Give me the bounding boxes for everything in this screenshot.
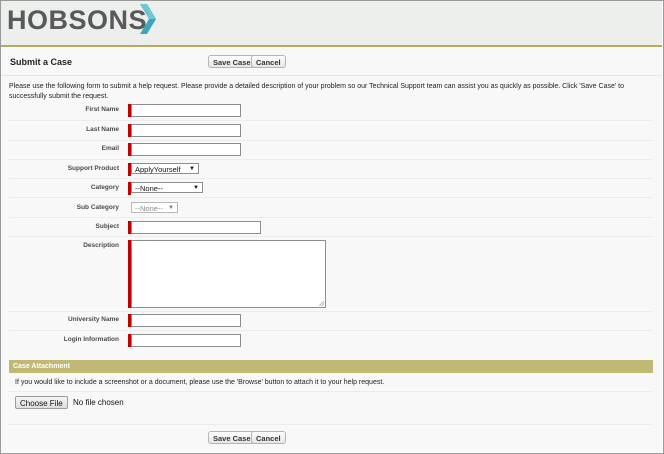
support-product-select[interactable]: ApplyYourself ▼ <box>131 163 199 174</box>
category-select[interactable]: --None-- ▼ <box>131 182 203 193</box>
resize-handle-icon[interactable] <box>319 301 324 306</box>
row-divider <box>9 330 653 331</box>
triangle-down-icon: ▼ <box>168 205 174 211</box>
save-case-button-top[interactable]: Save Case <box>208 55 256 68</box>
triangle-down-icon: ▼ <box>189 166 195 172</box>
case-attachment-header: Case Attachment <box>9 360 653 373</box>
subject-input[interactable] <box>131 221 261 234</box>
file-status-text: No file chosen <box>73 398 124 407</box>
save-case-button-bottom[interactable]: Save Case <box>208 431 256 444</box>
choose-file-button[interactable]: Choose File <box>15 396 68 409</box>
university-name-input[interactable] <box>131 314 241 327</box>
triangle-down-icon: ▼ <box>193 185 199 191</box>
chevron-arrow-icon <box>140 4 156 34</box>
cancel-button-bottom[interactable]: Cancel <box>251 431 286 444</box>
category-value: --None-- <box>135 184 163 193</box>
row-divider <box>9 178 653 179</box>
row-divider <box>9 140 653 141</box>
title-bar: Submit a Case <box>1 47 662 76</box>
email-input[interactable] <box>131 143 241 156</box>
last-name-input[interactable] <box>131 124 241 137</box>
last-name-label: Last Name <box>86 126 119 133</box>
category-label: Category <box>90 184 119 191</box>
sub-category-value: --None-- <box>135 204 163 213</box>
support-product-label: Support Product <box>67 165 119 172</box>
university-name-label: University Name <box>68 316 119 323</box>
row-divider <box>9 311 653 312</box>
row-divider <box>9 197 653 198</box>
site-header: HOBSONS <box>1 1 662 45</box>
login-information-input[interactable] <box>131 334 241 347</box>
row-divider <box>9 120 653 121</box>
page-title: Submit a Case <box>10 57 73 67</box>
row-divider <box>9 236 653 237</box>
case-attachment-title: Case Attachment <box>13 363 70 370</box>
subject-label: Subject <box>95 223 119 230</box>
first-name-label: First Name <box>85 106 119 113</box>
sub-category-select[interactable]: --None-- ▼ <box>131 202 178 213</box>
email-label: Email <box>101 145 119 152</box>
row-divider <box>9 424 653 425</box>
cancel-button-top[interactable]: Cancel <box>251 55 286 68</box>
description-label: Description <box>83 242 119 249</box>
login-information-label: Login Information <box>63 336 119 343</box>
hobsons-logo: HOBSONS <box>7 5 148 35</box>
description-textarea[interactable] <box>131 240 326 308</box>
row-divider <box>9 159 653 160</box>
row-divider <box>9 391 653 392</box>
intro-text: Please use the following form to submit … <box>9 83 624 100</box>
sub-category-label: Sub Category <box>76 204 119 211</box>
row-divider <box>9 217 653 218</box>
support-product-value: ApplyYourself <box>135 165 181 174</box>
first-name-input[interactable] <box>131 104 241 117</box>
attachment-instructions: If you would like to include a screensho… <box>15 379 385 386</box>
